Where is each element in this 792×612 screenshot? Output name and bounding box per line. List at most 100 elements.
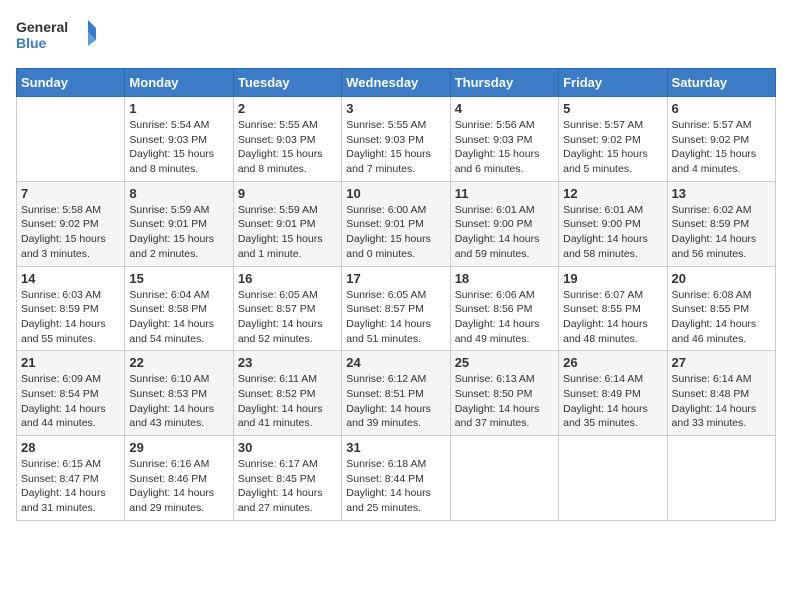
day-cell: 12 Sunrise: 6:01 AM Sunset: 9:00 PM Dayli… — [559, 181, 667, 266]
day-number: 17 — [346, 271, 445, 286]
day-info: Sunrise: 5:58 AM Sunset: 9:02 PM Dayligh… — [21, 203, 120, 262]
header-row: SundayMondayTuesdayWednesdayThursdayFrid… — [17, 69, 776, 97]
day-info: Sunrise: 6:10 AM Sunset: 8:53 PM Dayligh… — [129, 372, 228, 431]
day-number: 7 — [21, 186, 120, 201]
day-info: Sunrise: 6:06 AM Sunset: 8:56 PM Dayligh… — [455, 288, 554, 347]
day-number: 5 — [563, 101, 662, 116]
day-cell: 10 Sunrise: 6:00 AM Sunset: 9:01 PM Dayli… — [342, 181, 450, 266]
day-info: Sunrise: 6:16 AM Sunset: 8:46 PM Dayligh… — [129, 457, 228, 516]
calendar-header: SundayMondayTuesdayWednesdayThursdayFrid… — [17, 69, 776, 97]
day-info: Sunrise: 6:15 AM Sunset: 8:47 PM Dayligh… — [21, 457, 120, 516]
day-cell: 29 Sunrise: 6:16 AM Sunset: 8:46 PM Dayli… — [125, 436, 233, 521]
day-info: Sunrise: 5:55 AM Sunset: 9:03 PM Dayligh… — [346, 118, 445, 177]
day-cell — [667, 436, 775, 521]
day-info: Sunrise: 6:05 AM Sunset: 8:57 PM Dayligh… — [346, 288, 445, 347]
logo: General Blue — [16, 16, 96, 56]
day-cell: 15 Sunrise: 6:04 AM Sunset: 8:58 PM Dayli… — [125, 266, 233, 351]
day-info: Sunrise: 6:12 AM Sunset: 8:51 PM Dayligh… — [346, 372, 445, 431]
day-number: 20 — [672, 271, 771, 286]
day-number: 27 — [672, 355, 771, 370]
day-cell: 7 Sunrise: 5:58 AM Sunset: 9:02 PM Daylig… — [17, 181, 125, 266]
day-number: 22 — [129, 355, 228, 370]
day-number: 30 — [238, 440, 337, 455]
day-cell — [17, 97, 125, 182]
day-cell: 27 Sunrise: 6:14 AM Sunset: 8:48 PM Dayli… — [667, 351, 775, 436]
header: General Blue — [16, 16, 776, 56]
day-number: 10 — [346, 186, 445, 201]
day-number: 15 — [129, 271, 228, 286]
day-cell: 18 Sunrise: 6:06 AM Sunset: 8:56 PM Dayli… — [450, 266, 558, 351]
day-info: Sunrise: 6:00 AM Sunset: 9:01 PM Dayligh… — [346, 203, 445, 262]
week-row-3: 14 Sunrise: 6:03 AM Sunset: 8:59 PM Dayli… — [17, 266, 776, 351]
day-cell: 26Sunrise: 6:14 AM Sunset: 8:49 PM Dayli… — [559, 351, 667, 436]
day-cell: 22 Sunrise: 6:10 AM Sunset: 8:53 PM Dayli… — [125, 351, 233, 436]
day-info: Sunrise: 6:04 AM Sunset: 8:58 PM Dayligh… — [129, 288, 228, 347]
svg-text:General: General — [16, 19, 68, 35]
header-cell-wednesday: Wednesday — [342, 69, 450, 97]
day-number: 24 — [346, 355, 445, 370]
day-cell: 30Sunrise: 6:17 AM Sunset: 8:45 PM Dayli… — [233, 436, 341, 521]
day-info: Sunrise: 6:14 AM Sunset: 8:49 PM Dayligh… — [563, 372, 662, 431]
day-number: 4 — [455, 101, 554, 116]
week-row-5: 28 Sunrise: 6:15 AM Sunset: 8:47 PM Dayli… — [17, 436, 776, 521]
week-row-2: 7 Sunrise: 5:58 AM Sunset: 9:02 PM Daylig… — [17, 181, 776, 266]
day-cell: 17 Sunrise: 6:05 AM Sunset: 8:57 PM Dayli… — [342, 266, 450, 351]
day-number: 1 — [129, 101, 228, 116]
day-cell: 14 Sunrise: 6:03 AM Sunset: 8:59 PM Dayli… — [17, 266, 125, 351]
day-cell: 13Sunrise: 6:02 AM Sunset: 8:59 PM Dayli… — [667, 181, 775, 266]
day-cell: 9 Sunrise: 5:59 AM Sunset: 9:01 PM Daylig… — [233, 181, 341, 266]
day-number: 9 — [238, 186, 337, 201]
day-info: Sunrise: 5:59 AM Sunset: 9:01 PM Dayligh… — [129, 203, 228, 262]
calendar-body: 1 Sunrise: 5:54 AM Sunset: 9:03 PM Daylig… — [17, 97, 776, 521]
day-number: 28 — [21, 440, 120, 455]
day-cell — [559, 436, 667, 521]
day-info: Sunrise: 5:55 AM Sunset: 9:03 PM Dayligh… — [238, 118, 337, 177]
day-cell: 2 Sunrise: 5:55 AM Sunset: 9:03 PM Daylig… — [233, 97, 341, 182]
day-number: 29 — [129, 440, 228, 455]
day-info: Sunrise: 6:09 AM Sunset: 8:54 PM Dayligh… — [21, 372, 120, 431]
svg-text:Blue: Blue — [16, 35, 47, 51]
day-cell: 31 Sunrise: 6:18 AM Sunset: 8:44 PM Dayli… — [342, 436, 450, 521]
day-cell: 11Sunrise: 6:01 AM Sunset: 9:00 PM Dayli… — [450, 181, 558, 266]
day-info: Sunrise: 6:07 AM Sunset: 8:55 PM Dayligh… — [563, 288, 662, 347]
day-info: Sunrise: 6:14 AM Sunset: 8:48 PM Dayligh… — [672, 372, 771, 431]
day-number: 16 — [238, 271, 337, 286]
week-row-4: 21Sunrise: 6:09 AM Sunset: 8:54 PM Dayli… — [17, 351, 776, 436]
day-cell: 6Sunrise: 5:57 AM Sunset: 9:02 PM Daylig… — [667, 97, 775, 182]
day-info: Sunrise: 6:18 AM Sunset: 8:44 PM Dayligh… — [346, 457, 445, 516]
day-number: 3 — [346, 101, 445, 116]
day-cell: 23 Sunrise: 6:11 AM Sunset: 8:52 PM Dayli… — [233, 351, 341, 436]
day-info: Sunrise: 6:11 AM Sunset: 8:52 PM Dayligh… — [238, 372, 337, 431]
day-number: 25 — [455, 355, 554, 370]
day-info: Sunrise: 6:01 AM Sunset: 9:00 PM Dayligh… — [563, 203, 662, 262]
day-cell: 19Sunrise: 6:07 AM Sunset: 8:55 PM Dayli… — [559, 266, 667, 351]
week-row-1: 1 Sunrise: 5:54 AM Sunset: 9:03 PM Daylig… — [17, 97, 776, 182]
day-cell: 1 Sunrise: 5:54 AM Sunset: 9:03 PM Daylig… — [125, 97, 233, 182]
day-number: 14 — [21, 271, 120, 286]
header-cell-tuesday: Tuesday — [233, 69, 341, 97]
day-cell: 16 Sunrise: 6:05 AM Sunset: 8:57 PM Dayli… — [233, 266, 341, 351]
day-number: 2 — [238, 101, 337, 116]
day-number: 31 — [346, 440, 445, 455]
day-cell: 25Sunrise: 6:13 AM Sunset: 8:50 PM Dayli… — [450, 351, 558, 436]
header-cell-monday: Monday — [125, 69, 233, 97]
day-number: 13 — [672, 186, 771, 201]
day-info: Sunrise: 5:57 AM Sunset: 9:02 PM Dayligh… — [563, 118, 662, 177]
day-cell: 8Sunrise: 5:59 AM Sunset: 9:01 PM Daylig… — [125, 181, 233, 266]
day-cell — [450, 436, 558, 521]
day-info: Sunrise: 5:59 AM Sunset: 9:01 PM Dayligh… — [238, 203, 337, 262]
day-info: Sunrise: 5:54 AM Sunset: 9:03 PM Dayligh… — [129, 118, 228, 177]
day-cell: 5 Sunrise: 5:57 AM Sunset: 9:02 PM Daylig… — [559, 97, 667, 182]
header-cell-friday: Friday — [559, 69, 667, 97]
day-info: Sunrise: 5:56 AM Sunset: 9:03 PM Dayligh… — [455, 118, 554, 177]
day-cell: 4 Sunrise: 5:56 AM Sunset: 9:03 PM Daylig… — [450, 97, 558, 182]
day-number: 18 — [455, 271, 554, 286]
logo-svg: General Blue — [16, 16, 96, 56]
header-cell-sunday: Sunday — [17, 69, 125, 97]
day-number: 12 — [563, 186, 662, 201]
day-info: Sunrise: 6:03 AM Sunset: 8:59 PM Dayligh… — [21, 288, 120, 347]
day-info: Sunrise: 6:05 AM Sunset: 8:57 PM Dayligh… — [238, 288, 337, 347]
day-cell: 24 Sunrise: 6:12 AM Sunset: 8:51 PM Dayli… — [342, 351, 450, 436]
header-cell-saturday: Saturday — [667, 69, 775, 97]
day-number: 23 — [238, 355, 337, 370]
